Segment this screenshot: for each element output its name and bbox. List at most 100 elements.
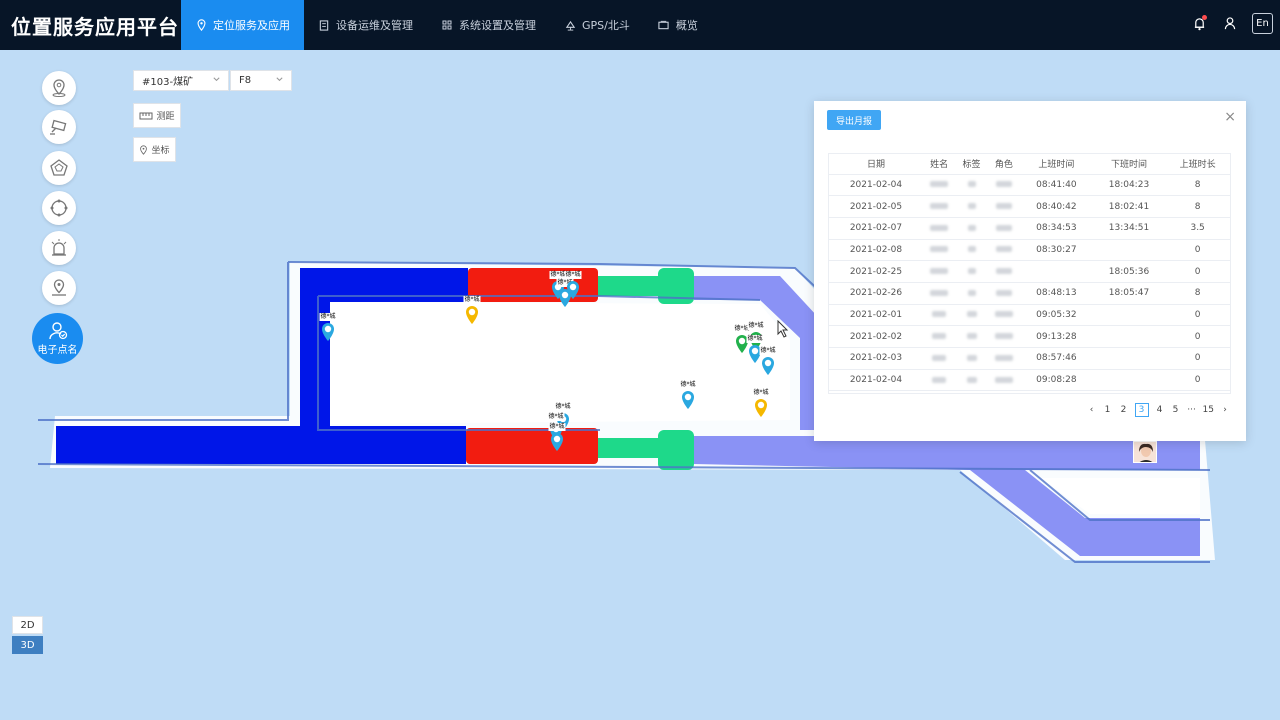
cell-date: 2021-02-04	[829, 369, 923, 392]
marker-label: 德*城	[319, 313, 337, 321]
lower-red-zone	[466, 428, 598, 464]
cell-clock-in: 08:40:42	[1020, 195, 1093, 218]
measure-button[interactable]: 测距	[133, 103, 181, 128]
bell-icon[interactable]	[1190, 14, 1208, 33]
map-pin-icon	[466, 306, 478, 324]
avatar[interactable]	[1133, 441, 1157, 463]
prev-page-button[interactable]: ‹	[1087, 403, 1097, 417]
roll-call-tool[interactable]: 电子点名	[32, 313, 83, 364]
marker-label: 德*城	[746, 335, 764, 343]
cell-clock-in: 09:05:32	[1020, 304, 1093, 327]
cell-duration: 3.5	[1165, 217, 1230, 240]
patrol-tool[interactable]	[42, 191, 76, 225]
next-page-button[interactable]: ›	[1220, 403, 1230, 417]
cell-clock-out: 13:34:51	[1092, 217, 1166, 240]
cell-date: 2021-02-26	[829, 282, 923, 305]
user-icon[interactable]	[1221, 15, 1239, 33]
floor-select[interactable]: F8	[230, 70, 292, 91]
nav-overview[interactable]: 概览	[644, 0, 712, 50]
person-marker[interactable]: 德*城	[752, 389, 770, 418]
page-1[interactable]: 1	[1103, 403, 1113, 417]
page-3-current[interactable]: 3	[1134, 403, 1149, 417]
marker-label: 德*城	[463, 296, 481, 304]
cell-clock-in: 08:41:40	[1020, 174, 1093, 197]
cell-tag	[955, 260, 988, 283]
page-last[interactable]: 15	[1203, 403, 1214, 417]
cell-tag	[955, 282, 988, 305]
cell-clock-in: 09:13:28	[1020, 325, 1093, 348]
table-row[interactable]: 2021-02-25 18:05:36 0	[829, 260, 1230, 283]
site-select[interactable]: #103-煤矿	[133, 70, 229, 91]
cell-duration: 8	[1165, 195, 1230, 218]
table-row[interactable]: 2021-02-05 08:40:42 18:02:41 8	[829, 195, 1230, 218]
circle-route-icon	[50, 199, 68, 217]
lower-blue-zone	[56, 426, 466, 464]
person-marker[interactable]: 德*城	[319, 313, 337, 342]
cell-tag	[955, 195, 988, 218]
cell-name	[922, 195, 956, 218]
table-row[interactable]: 2021-02-07 08:34:53 13:34:51 3.5	[829, 217, 1230, 240]
person-marker[interactable]: 德*城	[548, 423, 566, 452]
cell-role	[987, 239, 1021, 262]
cell-name	[922, 325, 956, 348]
pin-icon	[52, 79, 66, 97]
table-row[interactable]: 2021-02-04 08:41:40 18:04:23 8	[829, 174, 1230, 197]
cell-tag	[955, 304, 988, 327]
cell-duration: 8	[1165, 282, 1230, 305]
nav-device-ops[interactable]: 设备运维及管理	[304, 0, 427, 50]
cell-clock-out	[1092, 239, 1166, 262]
view-2d-button[interactable]: 2D	[12, 616, 43, 634]
attendance-dialog: 导出月报 × 日期 姓名 标签 角色 上班时间 下班时间 上班时长 2021-0…	[814, 101, 1246, 441]
export-monthly-report-button[interactable]: 导出月报	[827, 110, 881, 130]
cell-clock-out	[1092, 347, 1166, 370]
cell-role	[987, 260, 1021, 283]
ruler-icon	[139, 112, 153, 119]
person-marker[interactable]: 德*城	[759, 347, 777, 376]
page-5[interactable]: 5	[1171, 403, 1181, 417]
nav-label: 概览	[675, 19, 698, 32]
cell-date: 2021-02-03	[829, 347, 923, 370]
page-2[interactable]: 2	[1119, 403, 1129, 417]
table-row[interactable]: 2021-02-04 09:08:28 0	[829, 369, 1230, 392]
cell-duration: 0	[1165, 369, 1230, 392]
location-pin-tool[interactable]	[42, 71, 76, 105]
roll-call-icon	[48, 321, 67, 339]
cell-clock-in: 09:08:28	[1020, 369, 1093, 392]
cell-duration: 0	[1165, 304, 1230, 327]
person-marker[interactable]: 德*城	[679, 381, 697, 410]
marker-label: 德*城	[747, 322, 765, 330]
page-4[interactable]: 4	[1155, 403, 1165, 417]
marker-label: 德*城	[679, 381, 697, 389]
page-ellipsis[interactable]: ···	[1187, 403, 1197, 417]
camera-tool[interactable]	[42, 110, 76, 144]
station-tool[interactable]	[42, 271, 76, 305]
coordinate-button[interactable]: 坐标	[133, 137, 176, 162]
table-row[interactable]: 2021-02-01 09:05:32 0	[829, 304, 1230, 327]
satellite-icon	[564, 19, 576, 31]
cell-tag	[955, 325, 988, 348]
cell-duration: 0	[1165, 325, 1230, 348]
table-row[interactable]: 2021-02-08 08:30:27 0	[829, 239, 1230, 262]
grid-icon	[441, 19, 453, 31]
chevron-down-icon	[276, 77, 283, 82]
cell-clock-in: 08:34:53	[1020, 217, 1093, 240]
nav-system-settings[interactable]: 系统设置及管理	[427, 0, 550, 50]
nav-gps[interactable]: GPS/北斗	[550, 0, 644, 50]
app-title: 位置服务应用平台	[11, 14, 179, 39]
view-3d-button[interactable]: 3D	[12, 636, 43, 654]
alarm-tool[interactable]	[42, 231, 76, 265]
language-switch[interactable]: En	[1252, 13, 1273, 34]
area-tool[interactable]	[42, 151, 76, 185]
mouse-cursor-icon	[777, 320, 789, 338]
cell-duration: 0	[1165, 239, 1230, 262]
person-marker[interactable]: 德*城	[463, 296, 481, 325]
close-icon[interactable]: ×	[1224, 110, 1236, 124]
map-pin-icon	[551, 433, 563, 451]
cell-clock-out: 18:04:23	[1092, 174, 1166, 197]
person-marker[interactable]: 德*城	[564, 271, 582, 300]
table-row[interactable]: 2021-02-02 09:13:28 0	[829, 325, 1230, 348]
nav-location-services[interactable]: 定位服务及应用	[181, 0, 304, 50]
table-row[interactable]: 2021-02-03 08:57:46 0	[829, 347, 1230, 370]
table-row[interactable]: 2021-02-26 08:48:13 18:05:47 8	[829, 282, 1230, 305]
nav-label: 系统设置及管理	[459, 19, 536, 32]
